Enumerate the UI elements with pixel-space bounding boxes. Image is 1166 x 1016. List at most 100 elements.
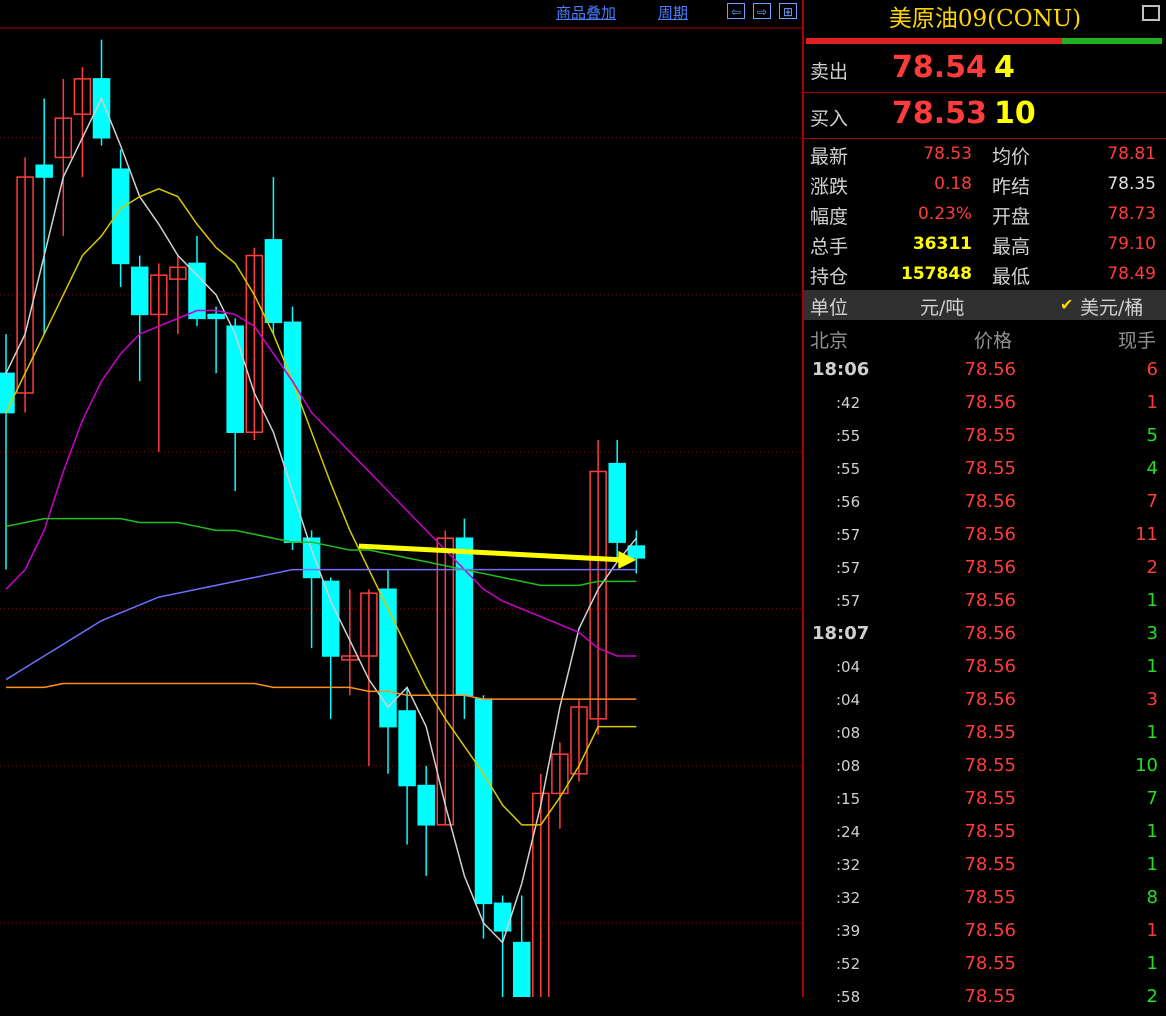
overlay-button[interactable]: 商品叠加 [556,2,616,23]
tick-time: :55 [836,427,861,445]
period-button[interactable]: 周期 [658,2,688,23]
tick-price: 78.55 [964,425,1016,446]
tick-row: :24 78.55 1 [804,818,1166,851]
tick-volume: 1 [1146,392,1158,413]
quote-value: 78.49 [1107,264,1156,284]
quote-value: 79.10 [1107,234,1156,254]
tick-time: :57 [836,526,861,544]
kline-chart-area[interactable]: 商品叠加 周期 ⇦ ⇨ ⊞ [0,0,802,997]
divider [804,138,1166,139]
tick-volume: 7 [1146,491,1158,512]
tick-volume: 11 [1135,524,1158,545]
ma-line [5,309,637,657]
tick-volume: 7 [1146,788,1158,809]
candle-body [321,580,340,657]
candle-body [35,164,53,178]
tick-time: :56 [836,493,861,511]
tick-row: :08 78.55 10 [804,752,1166,785]
tick-time: 18:06 [812,359,870,380]
unit-row: 单位 元/吨 ✔ 美元/桶 [804,290,1166,320]
candle-body [0,372,15,414]
bid-ratio-bar [1062,38,1162,44]
quote-value: 78.53 [923,144,972,164]
annotation-arrow-shaft [358,543,623,563]
tick-time: :32 [836,856,861,874]
tick-volume: 1 [1146,854,1158,875]
tick-price: 78.56 [964,359,1016,380]
tick-price: 78.56 [964,590,1016,611]
maximize-icon[interactable] [1142,5,1160,21]
tick-volume: 1 [1146,953,1158,974]
tick-time: :15 [836,790,861,808]
quote-label: 涨跌 [810,176,849,198]
tick-price: 78.55 [964,722,1016,743]
tick-volume: 1 [1146,920,1158,941]
ask-volume: 4 [994,50,1015,85]
candle-body [417,784,435,826]
tick-time: :04 [836,691,861,709]
ma-line [5,188,637,826]
quote-label: 最低 [992,266,1031,288]
tick-time: :39 [836,922,861,940]
quote-value: 78.73 [1107,204,1156,224]
tick-time: :57 [836,559,861,577]
tick-price: 78.55 [964,887,1016,908]
tick-time: :24 [836,823,861,841]
quote-value: 0.18 [934,174,972,194]
tick-volume: 1 [1146,821,1158,842]
quote-value: 157848 [901,264,972,284]
unit-option-usd-barrel[interactable]: 美元/桶 [1080,293,1143,320]
quote-label: 最新 [810,146,849,168]
kline-chart[interactable] [0,0,802,997]
ma-line [5,96,637,945]
quote-label: 均价 [992,146,1031,168]
quote-value: 36311 [912,234,972,254]
tick-volume: 10 [1135,755,1158,776]
bid-price: 78.53 [892,96,987,131]
tick-price: 78.56 [964,920,1016,941]
tick-price: 78.56 [964,524,1016,545]
candle-body [207,313,225,320]
candle-body [264,239,283,324]
nav-right-button[interactable]: ⇨ [753,3,771,19]
bid-label: 买入 [810,108,849,130]
tick-row: :04 78.56 3 [804,686,1166,719]
tick-row: :08 78.55 1 [804,719,1166,752]
tick-row: :55 78.55 5 [804,422,1166,455]
tick-row: :56 78.56 7 [804,488,1166,521]
ticks-header-price: 价格 [974,330,1013,352]
instrument-title: 美原油09(CONU) [888,6,1082,32]
tick-row: 18:06 78.56 6 [804,356,1166,389]
quote-label: 昨结 [992,176,1031,198]
candle-body [627,545,646,559]
quote-value: 78.35 [1107,174,1156,194]
ma-line [5,568,637,681]
tick-volume: 1 [1146,590,1158,611]
tick-row: :52 78.55 1 [804,950,1166,983]
tick-row: :55 78.55 4 [804,455,1166,488]
tick-volume: 1 [1146,722,1158,743]
quote-label: 总手 [810,236,849,258]
tick-row: :57 78.56 11 [804,521,1166,554]
candle-body [608,462,626,543]
tick-time: 18:07 [812,623,870,644]
ticks-header-volume: 现手 [1118,330,1157,352]
tick-row: :58 78.55 2 [804,983,1166,1016]
nav-left-button[interactable]: ⇦ [727,3,745,19]
candle-body [512,941,531,997]
tick-time: :42 [836,394,861,412]
quote-value: 78.81 [1107,144,1156,164]
tick-time: :08 [836,757,861,775]
ask-price: 78.54 [892,50,987,85]
candle-body [226,325,244,433]
tick-price: 78.56 [964,491,1016,512]
nav-box-button[interactable]: ⊞ [779,3,797,19]
tick-time: :58 [836,988,861,1006]
tick-price: 78.56 [964,689,1016,710]
unit-option-cny-ton[interactable]: 元/吨 [920,293,964,320]
tick-volume: 8 [1146,887,1158,908]
quote-value: 0.23% [917,204,972,224]
quote-label: 最高 [992,236,1031,258]
candle-body [398,710,416,787]
ask-ratio-bar [806,38,1062,44]
